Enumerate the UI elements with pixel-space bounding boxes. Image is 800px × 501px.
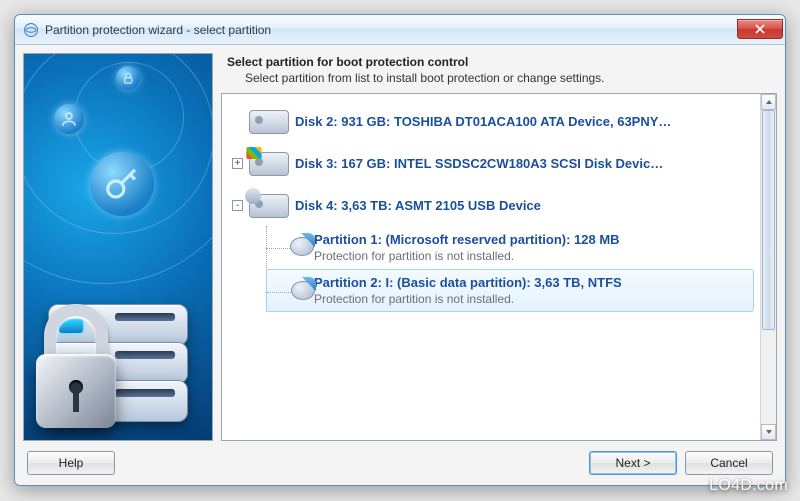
collapse-icon[interactable]: - [232, 200, 243, 211]
wizard-sidebar-image [23, 53, 213, 441]
expand-icon[interactable]: + [232, 158, 243, 169]
window-title: Partition protection wizard - select par… [45, 23, 737, 37]
user-icon [54, 104, 84, 134]
expander-spacer [232, 116, 243, 127]
page-title: Select partition for boot protection con… [227, 55, 771, 69]
next-button[interactable]: Next > [589, 451, 677, 475]
help-button[interactable]: Help [27, 451, 115, 475]
partition-icon [291, 278, 315, 300]
partition-row[interactable]: Partition 2: I: (Basic data partition): … [266, 269, 754, 312]
key-icon [90, 152, 154, 216]
close-icon [755, 24, 765, 34]
hard-drive-icon [249, 150, 289, 176]
scroll-down-button[interactable] [761, 424, 776, 440]
disk-label: Disk 2: 931 GB: TOSHIBA DT01ACA100 ATA D… [295, 114, 671, 129]
partition-list-panel: Disk 2: 931 GB: TOSHIBA DT01ACA100 ATA D… [221, 93, 777, 441]
partition-icon [290, 234, 314, 256]
vertical-scrollbar[interactable] [760, 94, 776, 440]
cancel-button[interactable]: Cancel [685, 451, 773, 475]
lock-icon [116, 66, 140, 90]
drive-stack-illustration [30, 250, 180, 430]
close-button[interactable] [737, 19, 783, 39]
page-subtitle: Select partition from list to install bo… [227, 71, 771, 85]
disk-row[interactable]: Disk 2: 931 GB: TOSHIBA DT01ACA100 ATA D… [230, 100, 754, 142]
disk-row[interactable]: - Disk 4: 3,63 TB: ASMT 2105 USB Device [230, 184, 754, 226]
partition-children: Partition 1: (Microsoft reserved partiti… [266, 226, 754, 312]
partition-title: Partition 2: I: (Basic data partition): … [314, 275, 750, 290]
partition-tree[interactable]: Disk 2: 931 GB: TOSHIBA DT01ACA100 ATA D… [222, 94, 760, 440]
partition-row[interactable]: Partition 1: (Microsoft reserved partiti… [266, 226, 754, 269]
padlock-illustration [28, 298, 124, 428]
hard-drive-icon [249, 192, 289, 218]
disk-row[interactable]: + Disk 3: 167 GB: INTEL SSDSC2CW180A3 SCS… [230, 142, 754, 184]
watermark: LO4D.com [709, 477, 788, 495]
client-area: Select partition for boot protection con… [15, 45, 785, 485]
scroll-up-button[interactable] [761, 94, 776, 110]
wizard-header: Select partition for boot protection con… [221, 53, 777, 93]
hard-drive-icon [249, 108, 289, 134]
titlebar: Partition protection wizard - select par… [15, 15, 785, 45]
partition-title: Partition 1: (Microsoft reserved partiti… [314, 232, 750, 247]
app-icon [23, 22, 39, 38]
wizard-window: Partition protection wizard - select par… [14, 14, 786, 486]
wizard-footer: Help Next > Cancel [23, 441, 777, 477]
disk-label: Disk 3: 167 GB: INTEL SSDSC2CW180A3 SCSI… [295, 156, 663, 171]
partition-status: Protection for partition is not installe… [314, 292, 750, 306]
disk-label: Disk 4: 3,63 TB: ASMT 2105 USB Device [295, 198, 541, 213]
scroll-thumb[interactable] [762, 110, 775, 330]
partition-status: Protection for partition is not installe… [314, 249, 750, 263]
